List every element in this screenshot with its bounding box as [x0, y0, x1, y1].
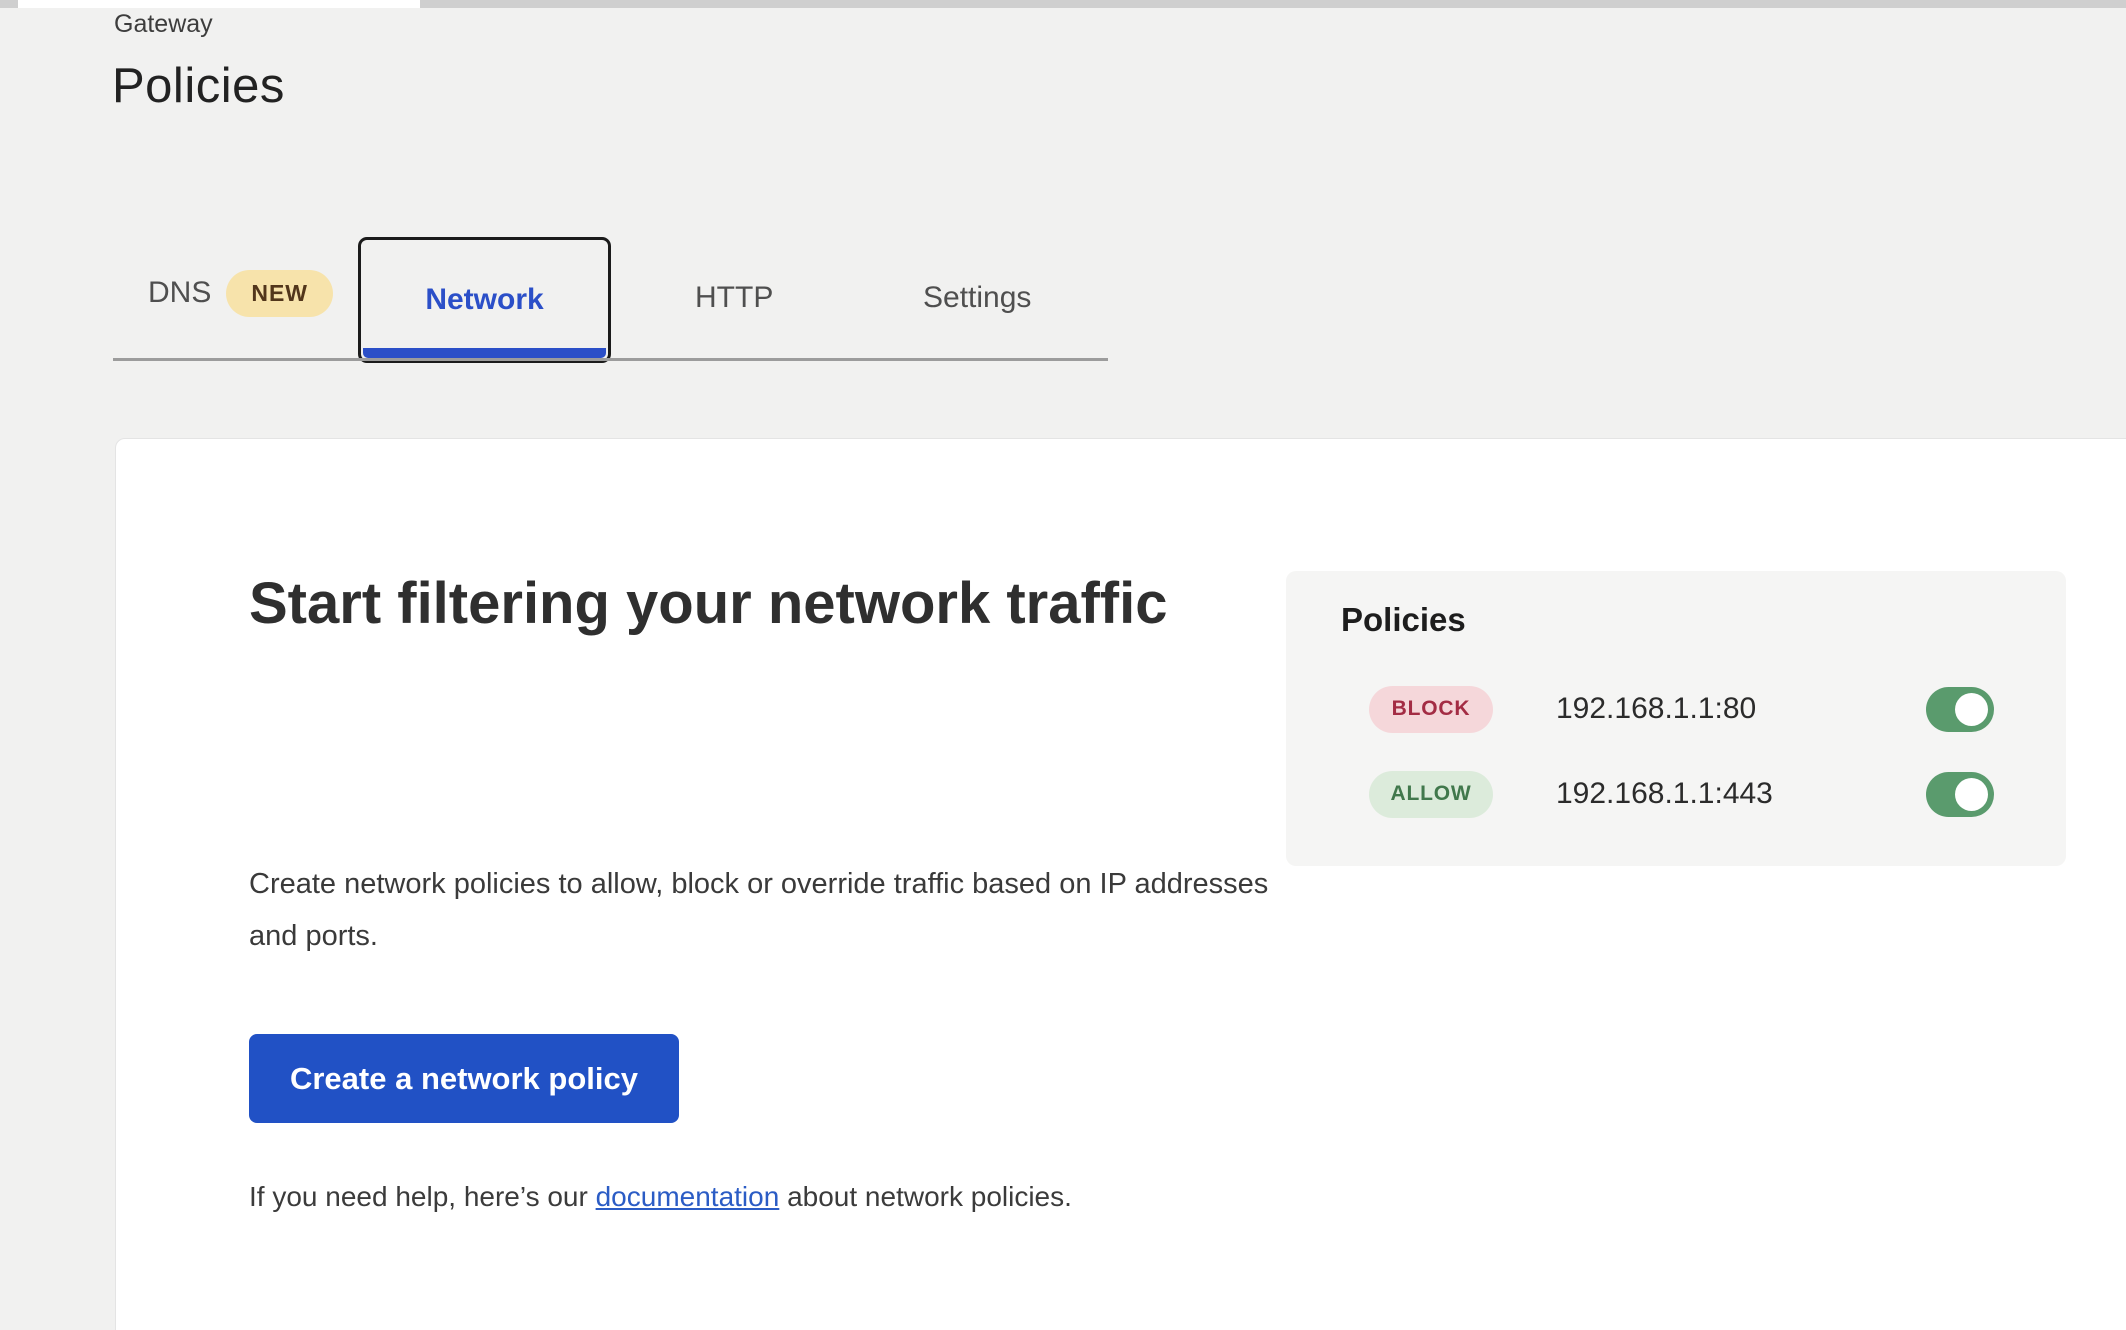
create-network-policy-button[interactable]: Create a network policy	[249, 1034, 679, 1123]
policy-target: 192.168.1.1:80	[1556, 692, 1757, 725]
policies-card-title: Policies	[1341, 601, 1466, 638]
allow-badge: ALLOW	[1369, 770, 1493, 818]
tab-settings-label: Settings	[923, 281, 1032, 314]
block-badge: BLOCK	[1369, 685, 1493, 733]
top-edge-strip-segment	[420, 0, 2126, 8]
gateway-policies-page: Gateway Policies DNS NEW Network HTTP Se…	[0, 0, 2126, 1330]
tab-settings[interactable]: Settings	[923, 281, 1031, 315]
tab-http-label: HTTP	[695, 281, 774, 314]
policy-row: BLOCK 192.168.1.1:80	[1369, 685, 1994, 733]
breadcrumb: Gateway	[114, 10, 213, 38]
page-title: Policies	[112, 59, 285, 113]
toggle-knob	[1955, 777, 1988, 811]
policy-toggle[interactable]	[1926, 686, 1994, 732]
help-text-prefix: If you need help, here’s our	[249, 1181, 596, 1212]
tab-dns-label: DNS	[148, 276, 212, 309]
tab-network-label: Network	[425, 283, 544, 316]
active-tab-indicator	[363, 348, 606, 358]
documentation-link[interactable]: documentation	[596, 1181, 780, 1212]
policy-toggle[interactable]	[1926, 771, 1994, 817]
toggle-knob	[1955, 692, 1988, 726]
tab-http[interactable]: HTTP	[695, 281, 773, 315]
tab-network[interactable]: Network	[358, 237, 611, 363]
tab-bar-divider	[113, 358, 1108, 361]
policy-row: ALLOW 192.168.1.1:443	[1369, 770, 1994, 818]
panel-heading: Start filtering your network traffic	[249, 571, 1168, 636]
policies-preview-card: Policies BLOCK 192.168.1.1:80 ALLOW 192.…	[1286, 571, 2066, 866]
top-edge-strip	[0, 0, 2126, 8]
policy-target: 192.168.1.1:443	[1556, 777, 1773, 810]
panel-description: Create network policies to allow, block …	[249, 868, 1269, 952]
top-edge-strip-segment	[0, 0, 18, 8]
help-text: If you need help, here’s our documentati…	[249, 1181, 1072, 1213]
help-text-suffix: about network policies.	[779, 1181, 1072, 1212]
tab-dns[interactable]: DNS NEW	[148, 266, 334, 320]
new-badge: NEW	[226, 269, 334, 317]
tab-bar: DNS NEW Network HTTP Settings	[113, 237, 1108, 367]
network-tab-panel: Start filtering your network traffic Pol…	[115, 438, 2126, 1330]
